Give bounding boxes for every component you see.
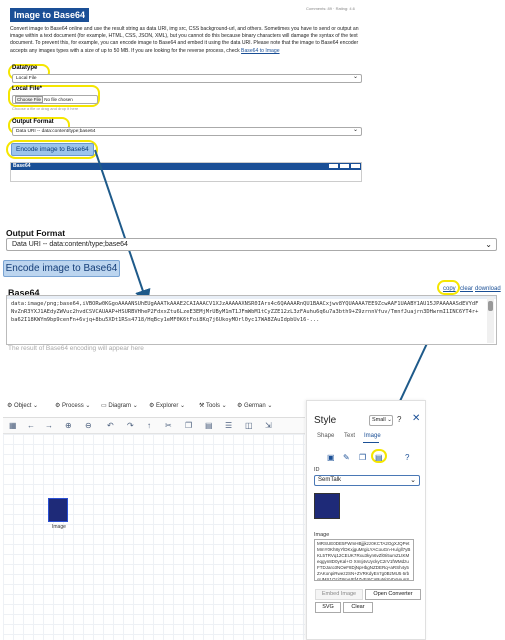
active-tab-underline bbox=[363, 442, 379, 443]
undo-icon[interactable]: ↶ bbox=[107, 421, 114, 430]
menu-language-label: German bbox=[244, 403, 266, 409]
zoom-out-icon[interactable]: ⊖ bbox=[85, 421, 92, 430]
menu-explorer[interactable]: ⚙ Explorer ⌄ bbox=[149, 402, 185, 409]
output-format-select[interactable]: Data URI -- data:content/type;base64 ⌄ bbox=[6, 238, 497, 251]
arrow-encode-to-output bbox=[94, 149, 151, 306]
align-icon[interactable]: ☰ bbox=[225, 421, 232, 430]
menu-object[interactable]: ⚙ Object ⌄ bbox=[7, 402, 38, 409]
menu-process-label: Process bbox=[62, 403, 84, 409]
output-format-label: Output Format bbox=[6, 228, 66, 238]
chevron-down-icon: ⌄ bbox=[410, 477, 416, 484]
edit-icon[interactable]: ✎ bbox=[343, 453, 350, 462]
redo-icon[interactable]: ↷ bbox=[127, 421, 134, 430]
encode-button[interactable]: Encode image to Base64 bbox=[3, 260, 120, 277]
tab-image[interactable]: Image bbox=[364, 433, 381, 439]
cut-icon[interactable]: ✂ bbox=[165, 421, 172, 430]
base64-content[interactable]: data:image/png;base64,iVBORw0KGgoAAAANSU… bbox=[11, 300, 479, 340]
image-base64-textarea[interactable]: MRSUE0DE5FWmHBjjjkzz0KCTA2OgXJQPetMmY0Kh… bbox=[314, 539, 414, 581]
id-select[interactable]: SemTalk ⌄ bbox=[314, 475, 420, 486]
size-select[interactable]: Small ⌄ bbox=[369, 415, 393, 426]
clear-link[interactable]: clear bbox=[460, 286, 473, 292]
menu-diagram[interactable]: ▭ Diagram ⌄ bbox=[101, 402, 138, 409]
diagram-canvas[interactable] bbox=[3, 434, 305, 640]
size-value: Small bbox=[372, 417, 386, 423]
base64-output[interactable]: data:image/png;base64,iVBORw0KGgoAAAANSU… bbox=[6, 295, 497, 345]
id-value: SemTalk bbox=[318, 477, 342, 483]
style-panel: Style Small ⌄ ? ✕ Shape Text Image ▣ ✎ ❐… bbox=[306, 400, 426, 640]
download-link[interactable]: download bbox=[475, 286, 501, 292]
output-format-value: Data URI -- data:content/type;base64 bbox=[12, 241, 128, 248]
id-label: ID bbox=[314, 467, 320, 473]
save-icon[interactable]: ▣ bbox=[327, 453, 335, 462]
menu-language[interactable]: ⚙ German ⌄ bbox=[237, 402, 272, 409]
scrollbar-thumb[interactable] bbox=[488, 301, 493, 311]
help-icon[interactable]: ? bbox=[397, 415, 401, 424]
image-shape[interactable] bbox=[48, 498, 68, 522]
svg-button[interactable]: SVG bbox=[315, 602, 341, 613]
pointer-icon[interactable]: ▦ bbox=[9, 421, 17, 430]
menu-explorer-label: Explorer bbox=[156, 403, 179, 409]
paste-icon[interactable]: ▤ bbox=[375, 453, 383, 462]
base64-scrollbar[interactable] bbox=[487, 297, 494, 343]
chevron-down-icon: ⌄ bbox=[485, 240, 492, 249]
base64-placeholder: The result of Base64 encoding will appea… bbox=[8, 345, 144, 352]
duplicate-icon[interactable]: ❐ bbox=[359, 453, 366, 462]
arrow-right-icon[interactable]: → bbox=[45, 421, 53, 430]
close-icon[interactable]: ✕ bbox=[412, 413, 420, 424]
clear-button[interactable]: Clear bbox=[343, 602, 373, 613]
open-converter-button[interactable]: Open Converter bbox=[365, 589, 421, 600]
arrow-left-icon[interactable]: ← bbox=[27, 421, 35, 430]
image-thumbnail bbox=[314, 493, 340, 519]
question-icon[interactable]: ? bbox=[405, 453, 409, 462]
menu-process[interactable]: ⚙ Process ⌄ bbox=[55, 402, 90, 409]
image-shape-label: Image bbox=[52, 524, 66, 530]
layer-icon[interactable]: ◫ bbox=[245, 421, 253, 430]
image-label: Image bbox=[314, 532, 330, 538]
copy-link[interactable]: copy bbox=[443, 286, 456, 292]
menu-diagram-label: Diagram bbox=[108, 403, 132, 409]
style-panel-title: Style bbox=[314, 415, 337, 426]
arrow-up-icon[interactable]: ↑ bbox=[147, 421, 151, 430]
zoom-in-icon[interactable]: ⊕ bbox=[65, 421, 72, 430]
embed-image-button[interactable]: Embed Image bbox=[315, 589, 363, 600]
fit-icon[interactable]: ⇲ bbox=[265, 421, 272, 430]
copy-icon[interactable]: ❐ bbox=[185, 421, 192, 430]
app-icon-toolbar: ▦ ← → ⊕ ⊖ ↶ ↷ ↑ ✂ ❐ ▤ ☰ ◫ ⇲ bbox=[3, 418, 305, 434]
menu-tools[interactable]: ⚒ Tools ⌄ bbox=[199, 402, 227, 409]
tab-text[interactable]: Text bbox=[344, 433, 355, 439]
menu-object-label: Object bbox=[14, 403, 32, 409]
app-toolbar: ⚙ Object ⌄ ⚙ Process ⌄ ▭ Diagram ⌄ ⚙ Exp… bbox=[3, 398, 305, 418]
base64-top-bar bbox=[7, 296, 496, 299]
menu-tools-label: Tools bbox=[205, 403, 220, 409]
grid-icon[interactable]: ▤ bbox=[205, 421, 213, 430]
tab-shape[interactable]: Shape bbox=[317, 433, 334, 439]
